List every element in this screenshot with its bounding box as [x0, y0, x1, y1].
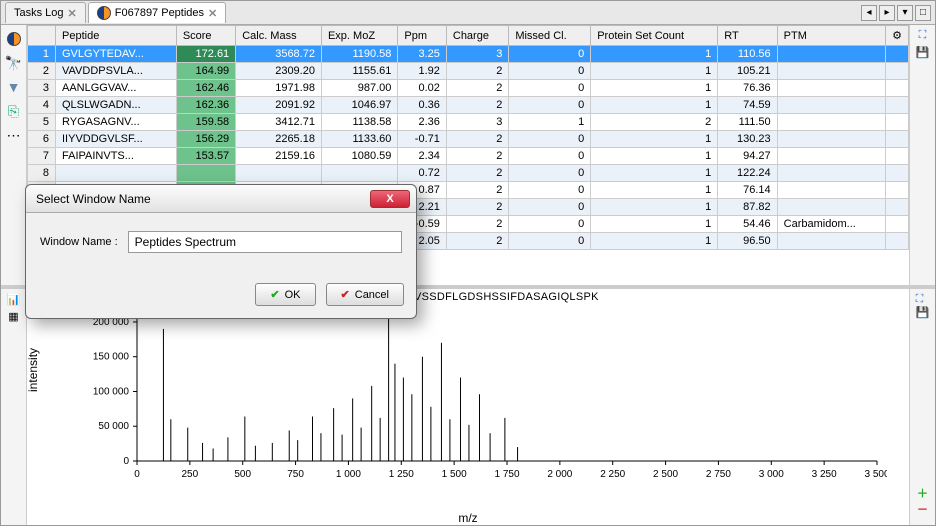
table-row[interactable]: 1GVLGYTEDAV...172.613568.721190.583.2530… [28, 46, 909, 63]
svg-text:0: 0 [134, 469, 140, 480]
window-name-input[interactable] [128, 231, 402, 253]
save-spectrum-icon[interactable]: 💾 [916, 306, 930, 319]
tab-label: F067897 Peptides [115, 7, 204, 19]
spectrum-left-toolbar: 📊 ▦ [1, 289, 27, 525]
svg-text:2 250: 2 250 [600, 469, 625, 480]
tab-controls: ◂ ▸ ▾ □ [861, 5, 931, 21]
table-row[interactable]: 3AANLGGVAV...162.461971.98987.000.022017… [28, 80, 909, 97]
svg-text:50 000: 50 000 [98, 421, 129, 432]
tab-bar: Tasks Log ✕ F067897 Peptides ✕ ◂ ▸ ▾ □ [1, 1, 935, 25]
x-axis-label: m/z [458, 511, 477, 525]
table-row[interactable]: 80.72201122.24 [28, 165, 909, 182]
tab-close-icon[interactable]: ✕ [208, 7, 217, 20]
dialog-title-text: Select Window Name [36, 192, 151, 206]
column-header[interactable]: Peptide [56, 26, 177, 46]
grid-icon[interactable]: ▦ [8, 310, 18, 323]
spectrum-icon[interactable]: 📊 [7, 293, 21, 306]
left-toolbar: 🔭 ▼ ⎘ ⋯ [1, 25, 27, 285]
table-row[interactable]: 2VAVDDPSVLA...164.992309.201155.611.9220… [28, 63, 909, 80]
y-axis-label: intensity [26, 348, 40, 392]
svg-text:500: 500 [234, 469, 251, 480]
dialog-close-button[interactable]: X [370, 190, 410, 208]
window-name-label: Window Name : [40, 236, 118, 248]
svg-text:150 000: 150 000 [93, 352, 130, 363]
tab-0[interactable]: Tasks Log ✕ [5, 2, 86, 23]
column-header[interactable]: Exp. MoZ [321, 26, 397, 46]
pie-chart-icon[interactable] [4, 29, 24, 49]
dialog-titlebar[interactable]: Select Window Name X [26, 185, 416, 213]
add-plot-icon[interactable]: ＋ [917, 485, 928, 501]
expand-icon[interactable]: ⛶ [919, 29, 927, 42]
cross-icon: ✔ [341, 288, 350, 301]
column-header[interactable]: Calc. Mass [236, 26, 322, 46]
svg-text:3 500: 3 500 [864, 469, 887, 480]
tab-label: Tasks Log [14, 7, 64, 19]
svg-text:1 750: 1 750 [494, 469, 519, 480]
table-row[interactable]: 7FAIPAINVTS...153.572159.161080.592.3420… [28, 148, 909, 165]
column-header[interactable]: RT [718, 26, 777, 46]
svg-text:1 000: 1 000 [336, 469, 361, 480]
svg-text:0: 0 [123, 456, 129, 467]
column-header[interactable] [28, 26, 56, 46]
svg-text:250: 250 [182, 469, 199, 480]
tab-1[interactable]: F067897 Peptides ✕ [88, 2, 227, 23]
spectrum-panel: GVLGYTEDAVVSSDFLGDSHSSIFDASAGIQLSPK inte… [27, 289, 909, 525]
svg-text:2 000: 2 000 [547, 469, 572, 480]
more-icon[interactable]: ⋯ [4, 125, 24, 145]
column-header[interactable]: Protein Set Count [591, 26, 718, 46]
svg-text:3 000: 3 000 [759, 469, 784, 480]
svg-text:2 500: 2 500 [653, 469, 678, 480]
pie-icon [97, 6, 111, 20]
spectrum-right-toolbar: ⛶ 💾 ＋ － [909, 289, 935, 525]
column-header[interactable]: PTM [777, 26, 885, 46]
tab-prev-button[interactable]: ◂ [861, 5, 877, 21]
spectrum-chart[interactable]: 050 000100 000150 000200 00002505007501 … [67, 309, 887, 489]
tab-max-button[interactable]: □ [915, 5, 931, 21]
export-icon[interactable]: ⎘ [4, 101, 24, 121]
binoculars-icon[interactable]: 🔭 [4, 53, 24, 73]
tab-close-icon[interactable]: ✕ [68, 7, 77, 20]
save-icon[interactable]: 💾 [916, 46, 930, 59]
table-row[interactable]: 5RYGASAGNV...159.583412.711138.582.36312… [28, 114, 909, 131]
funnel-icon[interactable]: ▼ [4, 77, 24, 97]
cancel-button[interactable]: ✔Cancel [326, 283, 404, 306]
svg-text:2 750: 2 750 [706, 469, 731, 480]
svg-text:1 250: 1 250 [389, 469, 414, 480]
remove-plot-icon[interactable]: － [917, 501, 928, 517]
column-header[interactable]: Ppm [398, 26, 446, 46]
tab-list-button[interactable]: ▾ [897, 5, 913, 21]
column-settings-icon[interactable]: ⚙ [886, 26, 909, 46]
ok-button[interactable]: ✔OK [255, 283, 315, 306]
svg-text:3 250: 3 250 [812, 469, 837, 480]
select-window-name-dialog: Select Window Name X Window Name : ✔OK ✔… [25, 184, 417, 319]
table-row[interactable]: 6IIYVDDGVLSF...156.292265.181133.60-0.71… [28, 131, 909, 148]
table-row[interactable]: 4QLSLWGADN...162.362091.921046.970.36201… [28, 97, 909, 114]
column-header[interactable]: Score [176, 26, 235, 46]
svg-text:100 000: 100 000 [93, 386, 130, 397]
right-toolbar-top: ⛶ 💾 [909, 25, 935, 285]
svg-text:750: 750 [287, 469, 304, 480]
expand-spectrum-icon[interactable]: ⛶ [916, 293, 930, 306]
svg-text:1 500: 1 500 [442, 469, 467, 480]
column-header[interactable]: Missed Cl. [509, 26, 591, 46]
column-header[interactable]: Charge [446, 26, 508, 46]
tab-next-button[interactable]: ▸ [879, 5, 895, 21]
check-icon: ✔ [270, 288, 279, 301]
